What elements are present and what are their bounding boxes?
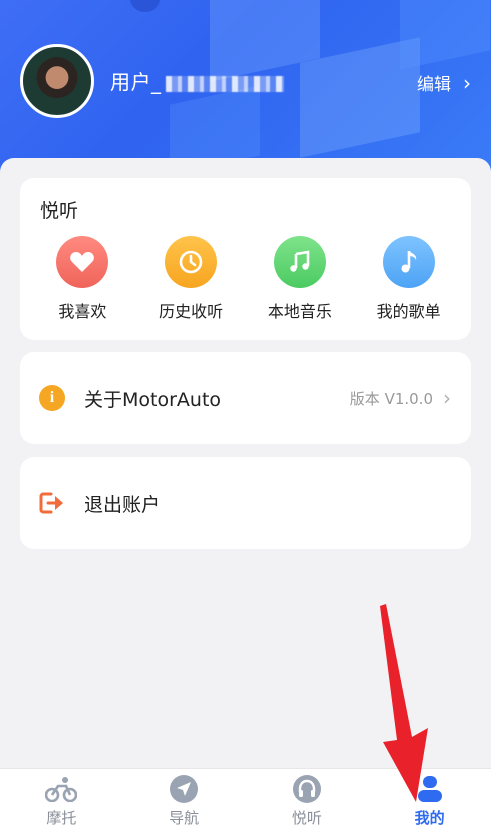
username: 用户_ (110, 66, 284, 95)
tab-yueting[interactable]: 悦听 (246, 769, 369, 832)
edit-label: 编辑 (417, 75, 451, 95)
version-text: 版本 V1.0.0 (349, 389, 433, 408)
header-decoration (400, 0, 490, 70)
grid-label: 我喜欢 (58, 302, 107, 321)
about-label: 关于MotorAuto (84, 388, 222, 411)
grid-label: 我的歌单 (376, 302, 441, 321)
grid-label: 历史收听 (159, 302, 224, 321)
playlists-item[interactable]: 我的歌单 (359, 236, 459, 322)
logout-row-content: 退出账户 (38, 457, 451, 549)
motorcycle-icon (45, 774, 78, 804)
history-item[interactable]: 历史收听 (141, 236, 241, 322)
profile-header: 用户_ 编辑 › (0, 0, 491, 175)
logout-icon (38, 489, 66, 517)
yueting-grid: 我喜欢 历史收听 本地音乐 我的歌单 (20, 236, 471, 322)
user-icon (414, 774, 446, 804)
username-redacted (165, 75, 284, 92)
navigation-icon (168, 774, 200, 804)
headphones-icon (291, 774, 323, 804)
tab-label: 悦听 (291, 808, 322, 827)
local-music-item[interactable]: 本地音乐 (250, 236, 350, 322)
music-note-icon (273, 236, 326, 288)
username-prefix: 用户_ (110, 70, 162, 94)
tab-label: 我的 (414, 808, 445, 827)
chevron-right-icon: › (463, 70, 471, 95)
chevron-right-icon: › (443, 386, 451, 410)
tab-label: 导航 (169, 808, 200, 827)
single-note-icon (382, 236, 435, 288)
bottom-tab-bar: 摩托 导航 悦听 我的 (0, 768, 491, 832)
about-row-content: i 关于MotorAuto 版本 V1.0.0 › (38, 352, 451, 444)
clock-icon (165, 236, 218, 288)
content-sheet: 悦听 我喜欢 历史收听 本地音乐 我的歌单 i 关于MotorAuto 版本 V… (0, 158, 491, 768)
tab-navigation[interactable]: 导航 (123, 769, 246, 832)
info-icon: i (38, 384, 66, 412)
avatar[interactable] (20, 44, 94, 118)
tab-motorcycle[interactable]: 摩托 (0, 769, 123, 832)
edit-profile-button[interactable]: 编辑 › (417, 70, 471, 96)
about-row[interactable]: i 关于MotorAuto 版本 V1.0.0 › (20, 352, 471, 444)
info-glyph: i (39, 385, 65, 411)
tab-mine[interactable]: 我的 (368, 769, 491, 832)
header-decoration (130, 0, 160, 12)
heart-icon (56, 236, 109, 288)
logout-label: 退出账户 (84, 493, 161, 516)
grid-label: 本地音乐 (267, 302, 332, 321)
logout-row[interactable]: 退出账户 (20, 457, 471, 549)
yueting-card: 悦听 我喜欢 历史收听 本地音乐 我的歌单 (20, 178, 471, 340)
tab-label: 摩托 (46, 808, 77, 827)
favorites-item[interactable]: 我喜欢 (32, 236, 132, 322)
card-title: 悦听 (40, 200, 79, 222)
